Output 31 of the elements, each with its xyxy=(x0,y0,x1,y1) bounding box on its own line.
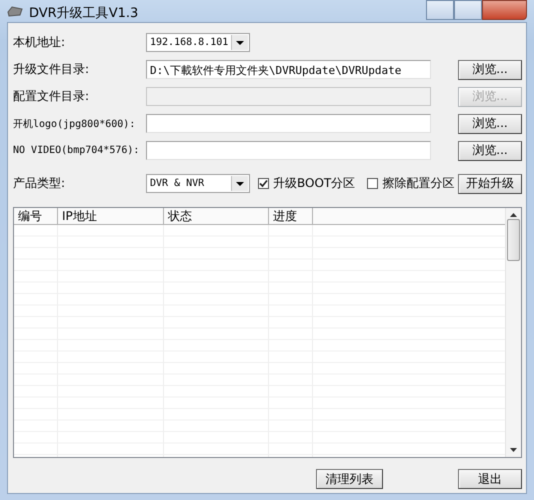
path-field[interactable] xyxy=(146,114,431,133)
app-icon xyxy=(7,6,23,18)
browse-button[interactable]: 浏览... xyxy=(458,114,522,134)
scroll-thumb[interactable] xyxy=(507,219,520,261)
column-header[interactable]: 进度 xyxy=(269,208,313,224)
scrollbar[interactable] xyxy=(505,208,521,457)
browse-button[interactable]: 浏览... xyxy=(458,140,522,160)
path-field[interactable]: D:\下載软件专用文件夹\DVRUpdate\DVRUpdate xyxy=(146,60,431,79)
checkbox[interactable] xyxy=(258,178,269,189)
column-header[interactable]: IP地址 xyxy=(58,208,164,224)
start-upgrade-button[interactable]: 开始升级 xyxy=(458,174,522,194)
checkbox-label: 升级BOOT分区 xyxy=(273,175,356,192)
path-field[interactable] xyxy=(146,141,431,160)
field-label: 配置文件目录: xyxy=(13,88,90,105)
clear-list-button[interactable]: 清理列表 xyxy=(316,469,383,489)
field-label: 升级文件目录: xyxy=(13,61,90,78)
scroll-up-icon[interactable] xyxy=(510,213,517,217)
scroll-down-icon[interactable] xyxy=(510,448,517,452)
checkbox[interactable] xyxy=(367,178,378,189)
field-label: 开机logo(jpg800*600): xyxy=(13,118,136,130)
browse-button[interactable]: 浏览... xyxy=(458,60,522,80)
address-dropdown[interactable]: 192.168.8.101 xyxy=(146,33,250,52)
window-title: DVR升级工具V1.3 xyxy=(29,6,140,22)
product-type-dropdown[interactable]: DVR & NVR xyxy=(146,174,250,193)
field-label: NO VIDEO(bmp704*576): xyxy=(13,145,140,156)
column-header[interactable]: 状态 xyxy=(164,208,269,224)
exit-button[interactable]: 退出 xyxy=(458,469,522,489)
field-label: 产品类型: xyxy=(13,175,66,192)
field-label: 本机地址: xyxy=(13,34,66,51)
column-header[interactable]: 编号 xyxy=(14,208,58,224)
checkbox-label: 擦除配置分区 xyxy=(382,175,454,192)
